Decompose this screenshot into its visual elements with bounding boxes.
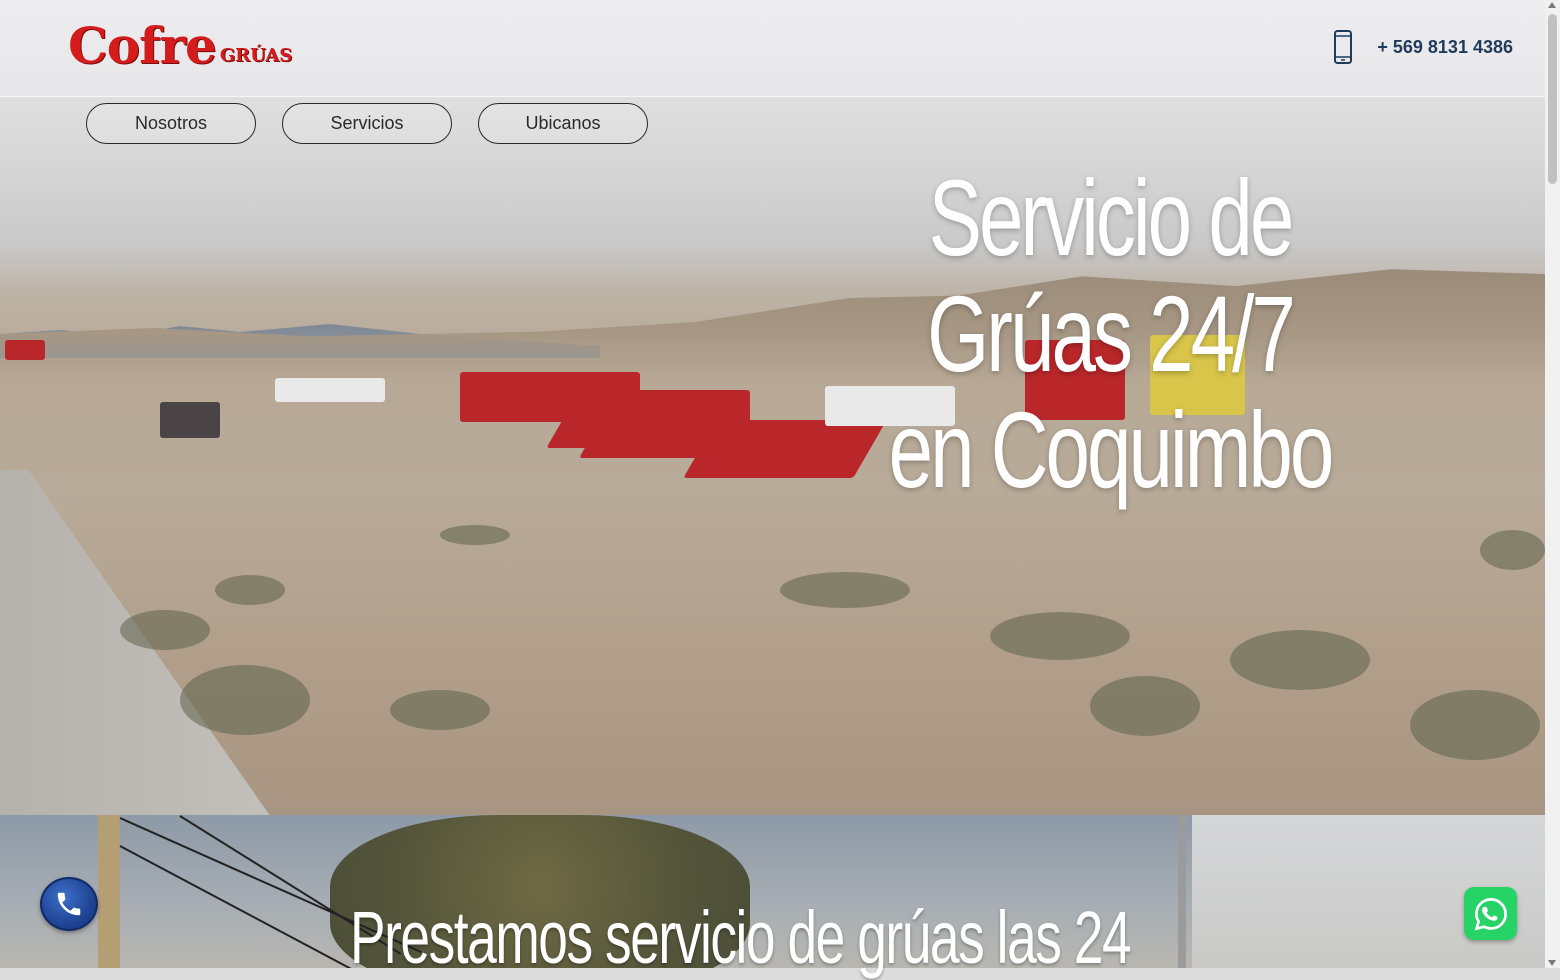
tent (275, 378, 385, 402)
shrub (1410, 690, 1540, 760)
trailer (160, 402, 220, 438)
shrub (780, 572, 910, 608)
nav-item-nosotros[interactable]: Nosotros (86, 103, 256, 144)
logo-name: Cofre (68, 16, 217, 75)
shrub (390, 690, 490, 730)
whatsapp-icon (1474, 897, 1507, 931)
whatsapp-button[interactable] (1464, 887, 1517, 940)
shrub (1480, 530, 1545, 570)
phone-call-icon (57, 892, 81, 916)
shrub (1090, 676, 1200, 736)
logo[interactable]: Cofre GRÚAS (68, 18, 292, 74)
hero-title: Servicio de Grúas 24/7 en Coquimbo (881, 160, 1340, 508)
call-button[interactable] (40, 877, 98, 931)
site-header: Cofre GRÚAS + 569 8131 4386 (0, 0, 1545, 97)
main-nav: Nosotros Servicios Ubicanos (86, 103, 648, 144)
phone-number[interactable]: + 569 8131 4386 (1377, 37, 1513, 58)
tent (5, 340, 45, 360)
scroll-down-arrow-icon[interactable] (1548, 960, 1556, 966)
shrub (440, 525, 510, 545)
nav-item-ubicanos[interactable]: Ubicanos (478, 103, 648, 144)
scroll-up-arrow-icon[interactable] (1548, 2, 1556, 8)
shrub (120, 610, 210, 650)
hero-title-line: Servicio de (928, 157, 1295, 278)
shrub (1230, 630, 1370, 690)
hero-title-line: en Coquimbo (888, 389, 1335, 510)
mobile-phone-icon (1334, 30, 1353, 64)
shrub (990, 612, 1130, 660)
logo-tagline: GRÚAS (219, 45, 293, 66)
page-scrollbar[interactable] (1545, 0, 1560, 968)
shrub (180, 665, 310, 735)
scrollbar-thumb[interactable] (1548, 14, 1557, 184)
utility-pole (98, 815, 120, 968)
shrub (215, 575, 285, 605)
section-title: Prestamos servicio de grúas las 24 (350, 896, 1132, 979)
tow-truck (460, 372, 640, 422)
header-phone[interactable]: + 569 8131 4386 (1331, 30, 1513, 64)
tow-bed (546, 418, 664, 448)
hero-title-line: Grúas 24/7 (927, 273, 1296, 394)
nav-item-servicios[interactable]: Servicios (282, 103, 452, 144)
